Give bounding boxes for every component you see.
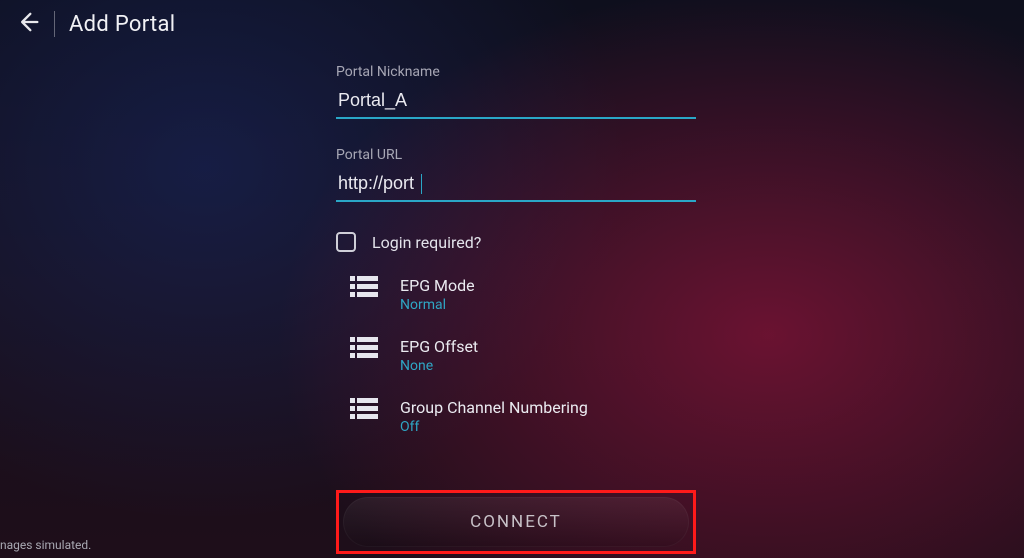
option-group-channel-numbering[interactable]: Group Channel Numbering Off xyxy=(336,398,696,435)
option-title: Group Channel Numbering xyxy=(400,398,588,417)
footer-note: nages simulated. xyxy=(0,538,91,552)
option-value: Normal xyxy=(400,297,475,313)
option-value: None xyxy=(400,358,478,374)
login-required-label: Login required? xyxy=(372,233,481,252)
connect-highlight-box: CONNECT xyxy=(336,490,696,554)
url-label: Portal URL xyxy=(336,147,696,163)
option-value: Off xyxy=(400,419,588,435)
back-button[interactable] xyxy=(8,4,48,44)
grid-icon xyxy=(350,398,378,420)
page-title: Add Portal xyxy=(69,12,175,37)
grid-icon xyxy=(350,276,378,298)
option-title: EPG Mode xyxy=(400,276,475,295)
checkbox-icon xyxy=(336,232,356,252)
nickname-label: Portal Nickname xyxy=(336,64,696,80)
back-arrow-icon xyxy=(14,8,42,40)
login-required-toggle[interactable]: Login required? xyxy=(336,232,696,252)
connect-button[interactable]: CONNECT xyxy=(343,497,689,547)
connect-button-label: CONNECT xyxy=(470,512,562,532)
nickname-input[interactable] xyxy=(336,84,696,119)
header-bar: Add Portal xyxy=(0,0,1024,48)
text-cursor-icon xyxy=(421,174,422,194)
option-epg-offset[interactable]: EPG Offset None xyxy=(336,337,696,374)
option-title: EPG Offset xyxy=(400,337,478,356)
option-epg-mode[interactable]: EPG Mode Normal xyxy=(336,276,696,313)
grid-icon xyxy=(350,337,378,359)
header-divider xyxy=(54,11,55,37)
add-portal-form: Portal Nickname Portal URL Login require… xyxy=(336,60,696,435)
url-input[interactable] xyxy=(336,167,696,202)
